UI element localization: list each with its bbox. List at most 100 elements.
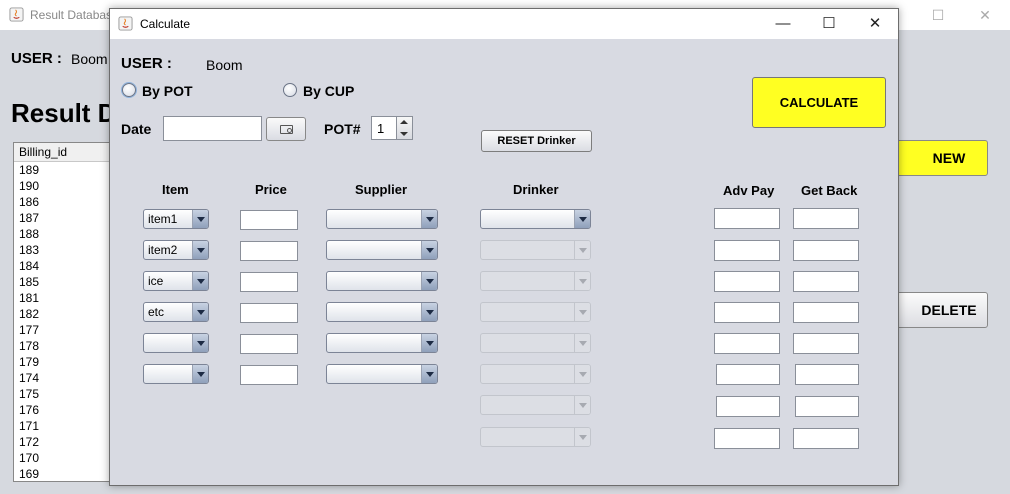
- adv-pay-field[interactable]: [714, 240, 780, 261]
- item-combo[interactable]: [143, 364, 209, 384]
- close-icon[interactable]: ✕: [971, 4, 999, 26]
- spinner-arrows[interactable]: [396, 117, 412, 139]
- spinner-up-icon[interactable]: [400, 120, 408, 124]
- supplier-combo[interactable]: [326, 209, 438, 229]
- table-row[interactable]: 186: [14, 194, 112, 210]
- user-value: Boom: [71, 51, 108, 67]
- table-row[interactable]: 174: [14, 370, 112, 386]
- table-row[interactable]: 188: [14, 226, 112, 242]
- table-row[interactable]: 171: [14, 418, 112, 434]
- reset-drinker-button[interactable]: RESET Drinker: [481, 130, 592, 152]
- chevron-down-icon[interactable]: [192, 210, 208, 228]
- column-header-billing-id[interactable]: Billing_id: [14, 143, 112, 162]
- chevron-down-icon[interactable]: [421, 210, 437, 228]
- table-row[interactable]: 185: [14, 274, 112, 290]
- item-combo[interactable]: [143, 333, 209, 353]
- table-row[interactable]: 169: [14, 466, 112, 481]
- get-back-field[interactable]: [795, 364, 859, 385]
- table-row[interactable]: 189: [14, 162, 112, 178]
- get-back-field[interactable]: [793, 208, 859, 229]
- table-row[interactable]: 178: [14, 338, 112, 354]
- chevron-down-icon[interactable]: [421, 303, 437, 321]
- get-back-field[interactable]: [793, 271, 859, 292]
- pot-number-value[interactable]: 1: [377, 121, 384, 136]
- close-icon[interactable]: ✕: [852, 9, 898, 39]
- item-combo-value: etc: [148, 305, 165, 319]
- chevron-down-icon: [574, 272, 590, 290]
- table-row[interactable]: 181: [14, 290, 112, 306]
- get-back-field[interactable]: [793, 428, 859, 449]
- adv-pay-field[interactable]: [716, 396, 780, 417]
- table-row[interactable]: 179: [14, 354, 112, 370]
- adv-pay-field[interactable]: [714, 428, 780, 449]
- table-row[interactable]: 172: [14, 434, 112, 450]
- price-field[interactable]: [240, 334, 298, 354]
- item-combo[interactable]: item2: [143, 240, 209, 260]
- minimize-icon[interactable]: —: [760, 9, 806, 39]
- get-back-field[interactable]: [795, 396, 859, 417]
- date-field[interactable]: [163, 116, 262, 141]
- item-combo[interactable]: item1: [143, 209, 209, 229]
- supplier-combo[interactable]: [326, 364, 438, 384]
- adv-pay-field[interactable]: [716, 364, 780, 385]
- table-row[interactable]: 177: [14, 322, 112, 338]
- maximize-icon[interactable]: ☐: [924, 4, 952, 26]
- item-combo[interactable]: etc: [143, 302, 209, 322]
- table-row[interactable]: 182: [14, 306, 112, 322]
- table-row[interactable]: 170: [14, 450, 112, 466]
- chevron-down-icon: [574, 365, 590, 383]
- supplier-combo[interactable]: [326, 240, 438, 260]
- chevron-down-icon[interactable]: [192, 272, 208, 290]
- get-back-field[interactable]: [793, 240, 859, 261]
- price-field[interactable]: [240, 241, 298, 261]
- adv-pay-field[interactable]: [714, 208, 780, 229]
- supplier-combo[interactable]: [326, 333, 438, 353]
- chevron-down-icon: [574, 334, 590, 352]
- billing-table[interactable]: Billing_id 189 190 186 187 188 183 184 185 181 18…: [13, 142, 113, 482]
- column-header-drinker: Drinker: [513, 182, 559, 197]
- item-combo-value: item2: [148, 243, 178, 257]
- price-field[interactable]: [240, 210, 298, 230]
- chevron-down-icon[interactable]: [192, 365, 208, 383]
- spinner-down-icon[interactable]: [400, 132, 408, 136]
- column-header-supplier: Supplier: [355, 182, 408, 197]
- chevron-down-icon[interactable]: [421, 334, 437, 352]
- price-field[interactable]: [240, 303, 298, 323]
- table-row[interactable]: 184: [14, 258, 112, 274]
- chevron-down-icon[interactable]: [574, 210, 590, 228]
- date-picker-button[interactable]: [266, 117, 306, 141]
- pot-number-spinner[interactable]: 1: [371, 116, 413, 140]
- by-cup-label[interactable]: By CUP: [303, 83, 354, 99]
- drinker-combo: [480, 427, 591, 447]
- table-row[interactable]: 190: [14, 178, 112, 194]
- by-cup-radio[interactable]: [283, 83, 297, 97]
- chevron-down-icon[interactable]: [192, 303, 208, 321]
- table-row[interactable]: 175: [14, 386, 112, 402]
- table-row[interactable]: 183: [14, 242, 112, 258]
- drinker-combo: [480, 364, 591, 384]
- chevron-down-icon[interactable]: [192, 334, 208, 352]
- supplier-combo[interactable]: [326, 271, 438, 291]
- calculate-button[interactable]: CALCULATE: [752, 77, 886, 128]
- adv-pay-field[interactable]: [714, 302, 780, 323]
- supplier-combo[interactable]: [326, 302, 438, 322]
- calendar-icon: [280, 125, 293, 134]
- table-row[interactable]: 187: [14, 210, 112, 226]
- table-row[interactable]: 176: [14, 402, 112, 418]
- price-field[interactable]: [240, 365, 298, 385]
- chevron-down-icon[interactable]: [421, 241, 437, 259]
- chevron-down-icon[interactable]: [421, 365, 437, 383]
- price-field[interactable]: [240, 272, 298, 292]
- maximize-icon[interactable]: ☐: [806, 9, 852, 39]
- item-combo[interactable]: ice: [143, 271, 209, 291]
- chevron-down-icon[interactable]: [192, 241, 208, 259]
- drinker-combo[interactable]: [480, 209, 591, 229]
- get-back-field[interactable]: [793, 302, 859, 323]
- adv-pay-field[interactable]: [714, 271, 780, 292]
- chevron-down-icon[interactable]: [421, 272, 437, 290]
- get-back-field[interactable]: [793, 333, 859, 354]
- adv-pay-field[interactable]: [714, 333, 780, 354]
- user-value: Boom: [206, 57, 243, 73]
- by-pot-radio[interactable]: [122, 83, 136, 97]
- by-pot-label[interactable]: By POT: [142, 83, 193, 99]
